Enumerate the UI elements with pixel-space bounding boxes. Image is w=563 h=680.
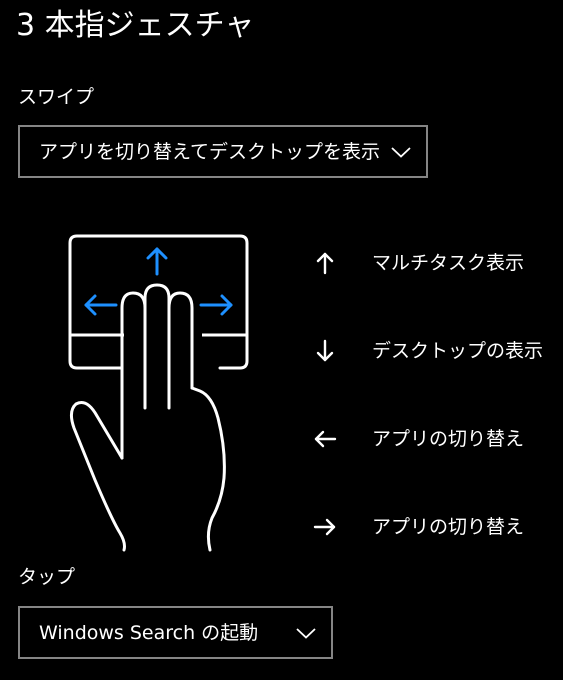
gesture-left-row: アプリの切り替え (312, 424, 524, 454)
tap-dropdown-value: Windows Search の起動 (39, 621, 259, 644)
arrow-down-icon (316, 339, 334, 362)
gesture-down-row: デスクトップの表示 (312, 336, 543, 366)
chevron-down-icon (391, 146, 411, 158)
arrow-right-icon (313, 518, 336, 536)
gesture-up-row: マルチタスク表示 (312, 248, 524, 278)
tap-section-label: タップ (18, 566, 76, 588)
tap-action-dropdown[interactable]: Windows Search の起動 (18, 606, 333, 659)
gesture-right-label: アプリの切り替え (372, 516, 525, 538)
swipe-dropdown-value: アプリを切り替えてデスクトップを表示 (39, 140, 380, 163)
arrow-up-icon (316, 252, 334, 275)
gesture-left-label: アプリの切り替え (372, 428, 525, 450)
chevron-down-icon (296, 627, 316, 639)
gesture-down-label: デスクトップの表示 (372, 340, 544, 362)
swipe-section-label: スワイプ (18, 86, 95, 108)
swipe-action-dropdown[interactable]: アプリを切り替えてデスクトップを表示 (18, 125, 428, 178)
page-title: 3 本指ジェスチャ (16, 8, 255, 43)
gesture-up-label: マルチタスク表示 (372, 252, 525, 274)
gesture-right-row: アプリの切り替え (312, 512, 524, 542)
three-finger-touchpad-icon (68, 234, 249, 552)
arrow-left-icon (314, 430, 337, 448)
